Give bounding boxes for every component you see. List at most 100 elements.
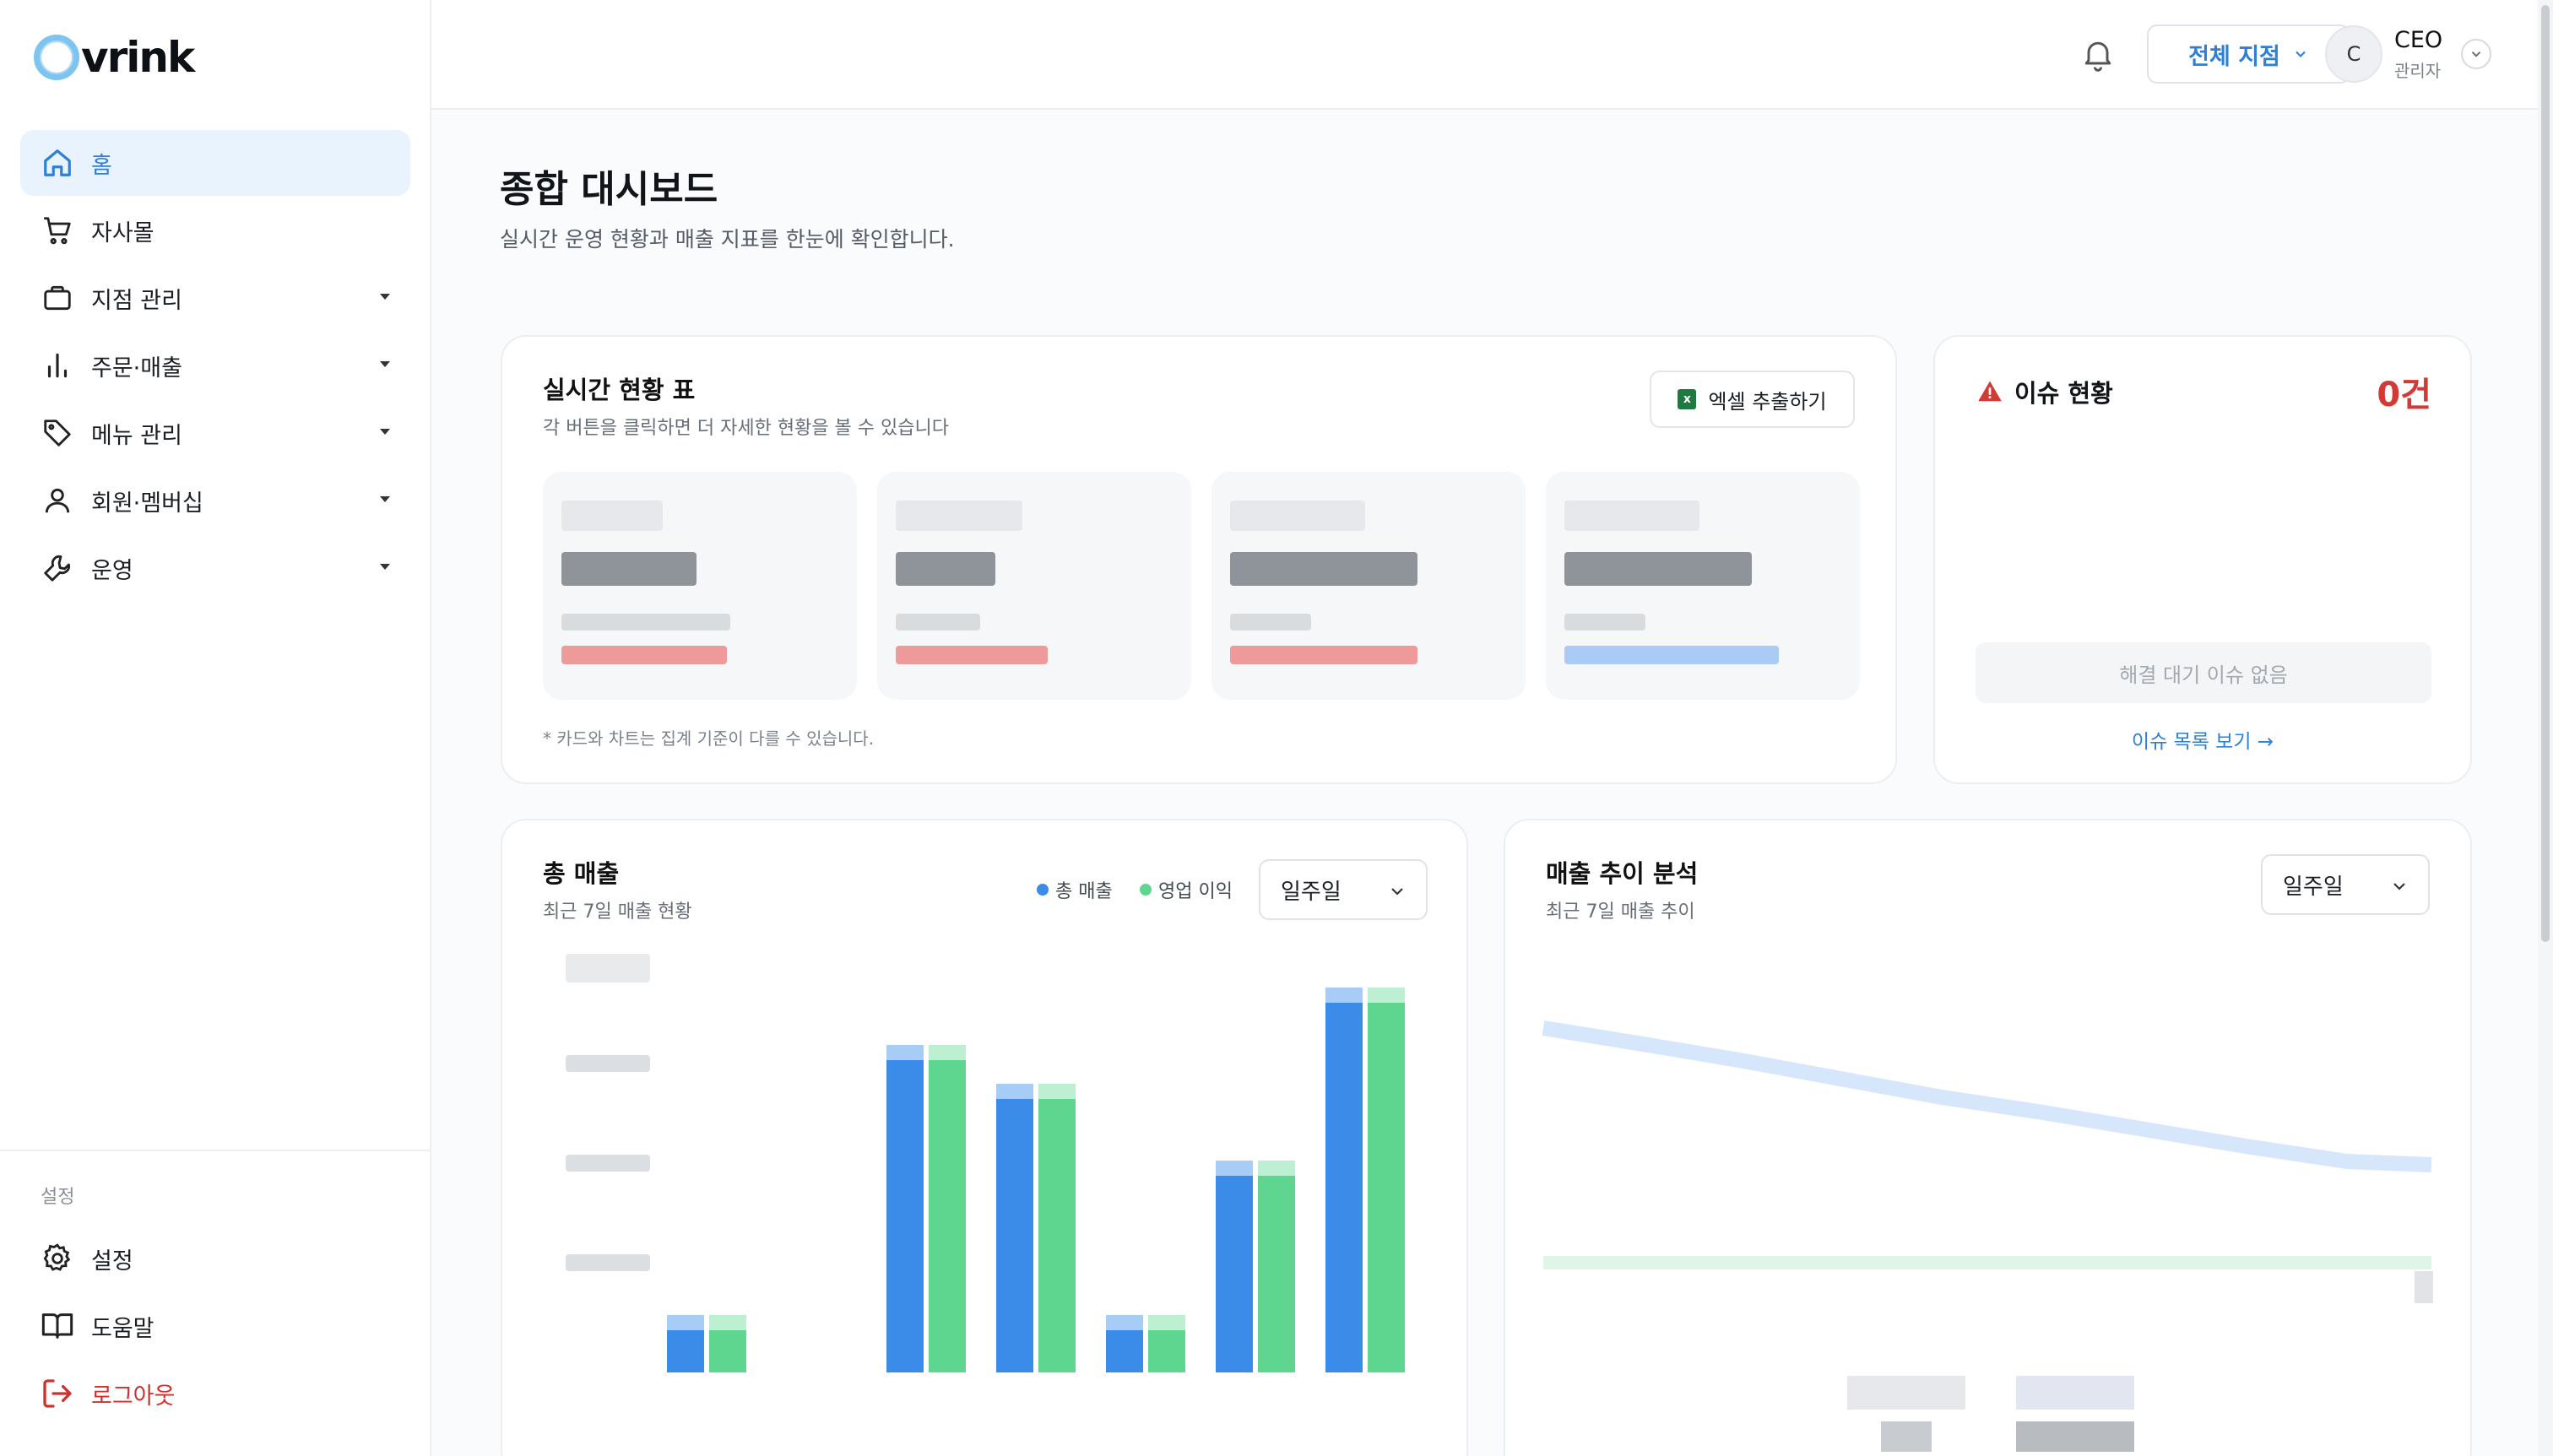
sidebar-item-orders[interactable]: 주문·매출 [20, 333, 410, 398]
stat-meta-placeholder [1230, 614, 1311, 631]
issue-count: 0건 [2377, 376, 2431, 414]
chevron-down-icon [2393, 883, 2405, 890]
user-menu-button[interactable] [2461, 39, 2491, 69]
stat-meta-placeholder [1564, 614, 1645, 631]
issue-title: 이슈 현황 [1977, 374, 2113, 409]
excel-export-label: 엑셀 추출하기 [1708, 389, 1827, 414]
bar-operating-profit[interactable] [929, 1045, 966, 1372]
page-scrollbar[interactable] [2538, 0, 2553, 1456]
trend-period-select[interactable]: 일주일 [2261, 854, 2430, 915]
stat-value-placeholder [1230, 552, 1417, 586]
legend-label: 총 매출 [1055, 881, 1113, 902]
trend-endpoint-placeholder [2415, 1271, 2433, 1303]
stat-value-placeholder [896, 552, 995, 586]
sales-period-select[interactable]: 일주일 [1259, 859, 1428, 920]
bar-operating-profit[interactable] [1038, 1084, 1076, 1372]
stat-change-placeholder [561, 646, 727, 664]
cart-icon [41, 214, 74, 247]
branch-select[interactable]: 전체 지점 [2147, 24, 2350, 84]
excel-export-button[interactable]: x 엑셀 추출하기 [1650, 371, 1855, 428]
trend-line-sales [1542, 1020, 2432, 1172]
bell-icon[interactable] [2079, 35, 2117, 73]
issue-list-link[interactable]: 이슈 목록 보기 → [1935, 725, 2470, 754]
bar-operating-profit[interactable] [1148, 1315, 1185, 1372]
sidebar-item-settings[interactable]: 설정 [20, 1226, 410, 1291]
topbar: 전체 지점 [431, 0, 2553, 110]
realtime-note: * 카드와 차트는 집계 기준이 다를 수 있습니다. [543, 728, 875, 749]
main-nav: 홈 자사몰 지점 관리 주문·매출 메뉴 관리 회원·멤버십 운영 [20, 130, 410, 603]
stat-value-placeholder [1564, 552, 1752, 586]
stat-meta-placeholder [561, 614, 730, 631]
chevron-down-icon [2296, 51, 2306, 57]
bar-total-sales[interactable] [1325, 988, 1363, 1372]
stat-change-placeholder [896, 646, 1048, 664]
chevron-down-icon [1391, 888, 1403, 896]
excel-icon: x [1678, 389, 1697, 409]
logo-text: vrink [81, 33, 195, 82]
wrench-icon [41, 551, 74, 585]
issue-empty-state: 해결 대기 이슈 없음 [1976, 642, 2431, 703]
realtime-title: 실시간 현황 표 [543, 376, 696, 404]
sales-subtitle: 최근 7일 매출 현황 [543, 901, 692, 923]
sales-title: 총 매출 [543, 859, 620, 888]
branch-select-value: 전체 지점 [2188, 43, 2280, 70]
realtime-status-card: 실시간 현황 표 각 버튼을 클릭하면 더 자세한 현황을 볼 수 있습니다 x… [501, 335, 1897, 784]
stat-change-placeholder [1230, 646, 1417, 664]
bar-chart-icon [41, 349, 74, 382]
bar-operating-profit[interactable] [709, 1315, 746, 1372]
stat-change-placeholder [1564, 646, 1779, 664]
chevron-down-icon [2471, 51, 2481, 57]
home-icon [41, 146, 74, 180]
sidebar-item-label: 자사몰 [91, 219, 154, 246]
sidebar-item-help[interactable]: 도움말 [20, 1293, 410, 1359]
avatar[interactable]: C [2325, 25, 2382, 83]
stat-value-placeholder [561, 552, 697, 586]
bar-operating-profit[interactable] [1258, 1161, 1295, 1372]
page-subtitle: 실시간 운영 현황과 매출 지표를 한눈에 확인합니다. [500, 227, 955, 252]
stat-card[interactable] [1546, 472, 1860, 700]
user-role: 관리자 [2394, 61, 2442, 81]
bar-total-sales[interactable] [996, 1084, 1033, 1372]
logo[interactable]: vrink [34, 32, 195, 83]
caret-down-icon [380, 564, 390, 570]
sales-bar-chart [667, 971, 1418, 1372]
y-tick-placeholder [566, 1055, 650, 1072]
sales-period-value: 일주일 [1281, 879, 1342, 905]
book-icon [41, 1309, 74, 1343]
stat-card[interactable] [1211, 472, 1526, 700]
sidebar: vrink 홈 자사몰 지점 관리 주문·매출 메뉴 관리 회원·멤버십 운영 … [0, 0, 431, 1456]
sidebar-item-label: 설정 [91, 1248, 133, 1275]
sidebar-item-home[interactable]: 홈 [20, 130, 410, 196]
caret-down-icon [380, 294, 390, 300]
warning-icon [1978, 381, 2002, 402]
trend-x-tick-placeholder [2016, 1421, 2134, 1452]
trend-x-tick-placeholder [1847, 1376, 1965, 1410]
realtime-subtitle: 각 버튼을 클릭하면 더 자세한 현황을 볼 수 있습니다 [543, 418, 949, 439]
y-tick-placeholder [566, 1155, 650, 1172]
bar-total-sales[interactable] [1106, 1315, 1143, 1372]
sidebar-item-menu[interactable]: 메뉴 관리 [20, 400, 410, 466]
trend-subtitle: 최근 7일 매출 추이 [1546, 901, 1695, 923]
sidebar-item-logout[interactable]: 로그아웃 [20, 1361, 410, 1426]
sidebar-item-shop[interactable]: 자사몰 [20, 198, 410, 263]
stat-label-placeholder [896, 501, 1022, 531]
stat-meta-placeholder [896, 614, 980, 631]
stat-card[interactable] [877, 472, 1191, 700]
caret-down-icon [380, 361, 390, 367]
sidebar-item-label: 홈 [91, 152, 112, 179]
sidebar-item-members[interactable]: 회원·멤버십 [20, 468, 410, 533]
sidebar-item-operations[interactable]: 운영 [20, 535, 410, 601]
legend-profit: 영업 이익 [1140, 876, 1233, 903]
bar-total-sales[interactable] [1216, 1161, 1253, 1372]
sidebar-item-label: 운영 [91, 557, 133, 584]
stat-card[interactable] [543, 472, 857, 700]
y-tick-placeholder [566, 1254, 650, 1271]
bar-total-sales[interactable] [667, 1315, 704, 1372]
sidebar-item-label: 지점 관리 [91, 287, 182, 314]
bar-operating-profit[interactable] [1368, 988, 1405, 1372]
bar-total-sales[interactable] [886, 1045, 924, 1372]
scrollbar-thumb[interactable] [2541, 5, 2550, 942]
stat-label-placeholder [1564, 501, 1699, 531]
sidebar-item-branch[interactable]: 지점 관리 [20, 265, 410, 331]
stat-label-placeholder [1230, 501, 1365, 531]
